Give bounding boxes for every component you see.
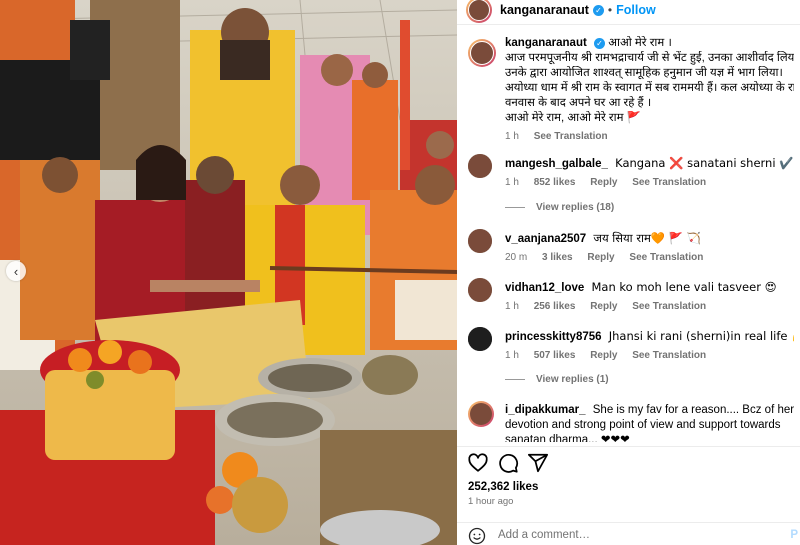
- comment-text: i_dipakkumar_ She is my fav for a reason…: [505, 403, 794, 418]
- see-translation-button[interactable]: See Translation: [632, 177, 706, 188]
- see-translation-button[interactable]: See Translation: [534, 131, 608, 142]
- post-timestamp[interactable]: 1 hour ago: [468, 496, 513, 507]
- heart-icon[interactable]: [467, 452, 489, 474]
- comment-item: princesskitty8756 Jhansi ki rani (sherni…: [457, 327, 800, 361]
- comment-meta: 1 h 256 likes Reply See Translation: [505, 301, 794, 312]
- post-photo[interactable]: ‹: [0, 0, 457, 545]
- replies-line: [505, 379, 525, 380]
- comment-body-line: devotion and strong point of view and su…: [505, 419, 781, 431]
- post-header: kanganaranaut ✓ • Follow: [457, 0, 800, 23]
- caption-line: kanganaranaut ✓ आओ मेरे राम ।: [505, 36, 794, 51]
- comment-timestamp[interactable]: 20 m: [505, 252, 527, 263]
- comment-meta: 1 h 507 likes Reply See Translation: [505, 350, 794, 361]
- header-divider: [457, 24, 800, 25]
- action-bar: [457, 446, 800, 474]
- comment-text: vidhan12_love Man ko moh lene vali tasve…: [505, 280, 794, 296]
- verified-badge-icon: ✓: [592, 4, 604, 16]
- comment-item: v_aanjana2507 जय सिया राम🧡 🚩 🏹 20 m 3 li…: [457, 229, 800, 263]
- comment-item: i_dipakkumar_ She is my fav for a reason…: [457, 401, 800, 442]
- post-caption: kanganaranaut ✓ आओ मेरे राम । आज परमपूजन…: [457, 36, 800, 142]
- see-translation-button[interactable]: See Translation: [632, 350, 706, 361]
- commenter-username[interactable]: princesskitty8756: [505, 331, 602, 343]
- comment-body: Jhansi ki rani (sherni)in real life 💪: [608, 329, 794, 343]
- emoji-icon[interactable]: [468, 527, 486, 545]
- comment-likes[interactable]: 852 likes: [534, 177, 576, 188]
- comment-likes[interactable]: 3 likes: [542, 252, 573, 263]
- comment-text: mangesh_galbale_ Kangana ❌ sanatani sher…: [505, 156, 794, 172]
- author-avatar[interactable]: [466, 0, 492, 23]
- caption-timestamp[interactable]: 1 h: [505, 131, 519, 142]
- see-translation-button[interactable]: See Translation: [632, 301, 706, 312]
- view-replies-button[interactable]: View replies (1): [505, 374, 609, 385]
- commenter-avatar[interactable]: [468, 229, 492, 253]
- add-comment-input[interactable]: Add a comment…: [498, 529, 590, 541]
- view-replies-button[interactable]: View replies (18): [505, 202, 614, 213]
- caption-line: उनके द्वारा आयोजित शाश्वत् सामूहिक हनुमा…: [505, 67, 783, 79]
- commenter-avatar[interactable]: [468, 401, 494, 427]
- comment-icon[interactable]: [497, 452, 519, 474]
- view-replies-label: View replies (18): [536, 202, 615, 213]
- share-icon[interactable]: [527, 452, 549, 474]
- comment-likes[interactable]: 507 likes: [534, 350, 576, 361]
- commenter-username[interactable]: v_aanjana2507: [505, 233, 586, 245]
- caption-username[interactable]: kanganaranaut: [505, 37, 587, 49]
- comment-likes[interactable]: 256 likes: [534, 301, 576, 312]
- chevron-left-icon: ‹: [13, 263, 19, 279]
- replies-line: [505, 207, 525, 208]
- reply-button[interactable]: Reply: [590, 177, 617, 188]
- carousel-prev-button[interactable]: ‹: [6, 261, 26, 281]
- caption-line: वनवास के बाद अपने घर आ रहे हैं ।: [505, 97, 652, 109]
- comment-body: Man ko moh lene vali tasveer 😍: [591, 280, 777, 294]
- comment-body-line: sanatan dharma... ❤❤❤: [505, 434, 630, 442]
- comment-text: princesskitty8756 Jhansi ki rani (sherni…: [505, 329, 794, 345]
- verified-badge-icon: ✓: [594, 38, 606, 49]
- follow-button[interactable]: Follow: [616, 3, 656, 17]
- separator-dot: •: [607, 3, 613, 17]
- comment-body: Kangana ❌ sanatani sherni ✔️: [615, 156, 794, 170]
- comment-item: vidhan12_love Man ko moh lene vali tasve…: [457, 278, 800, 312]
- ceremony-photo: [0, 0, 457, 545]
- post-comment-button[interactable]: P: [790, 529, 798, 541]
- commenter-avatar[interactable]: [468, 327, 492, 351]
- view-replies-label: View replies (1): [536, 374, 609, 385]
- reply-button[interactable]: Reply: [590, 350, 617, 361]
- caption-line: आओ मेरे राम, आओ मेरे राम 🚩: [505, 112, 641, 124]
- comment-item: mangesh_galbale_ Kangana ❌ sanatani sher…: [457, 154, 800, 188]
- add-comment-bar: Add a comment… P: [457, 522, 800, 545]
- comment-meta: 20 m 3 likes Reply See Translation: [505, 252, 794, 263]
- reply-button[interactable]: Reply: [587, 252, 614, 263]
- commenter-username[interactable]: mangesh_galbale_: [505, 158, 608, 170]
- comment-meta: 1 h 852 likes Reply See Translation: [505, 177, 794, 188]
- author-username[interactable]: kanganaranaut: [500, 3, 589, 17]
- caption-line: आज परमपूजनीय श्री रामभद्राचार्य जी से भे…: [505, 52, 794, 64]
- comments-section: kanganaranaut ✓ आओ मेरे राम । आज परमपूजन…: [457, 36, 800, 142]
- commenter-username[interactable]: i_dipakkumar_: [505, 404, 586, 416]
- commenter-username[interactable]: vidhan12_love: [505, 282, 584, 294]
- see-translation-button[interactable]: See Translation: [629, 252, 703, 263]
- caption-avatar[interactable]: [468, 39, 496, 67]
- post-sidebar: kanganaranaut ✓ • Follow kanganaranaut ✓…: [457, 0, 800, 545]
- post-likes-count[interactable]: 252,362 likes: [468, 481, 538, 493]
- comment-text: v_aanjana2507 जय सिया राम🧡 🚩 🏹: [505, 231, 794, 247]
- comment-timestamp[interactable]: 1 h: [505, 177, 519, 188]
- reply-button[interactable]: Reply: [590, 301, 617, 312]
- caption-meta: 1 h See Translation: [505, 131, 794, 142]
- caption-line-text: आओ मेरे राम ।: [608, 37, 672, 49]
- comment-body: जय सिया राम🧡 🚩 🏹: [593, 231, 702, 245]
- comment-timestamp[interactable]: 1 h: [505, 350, 519, 361]
- caption-line: अयोध्या धाम में श्री राम के स्वागत में स…: [505, 82, 794, 94]
- comment-body: She is my fav for a reason.... Bcz of he…: [592, 404, 794, 416]
- commenter-avatar[interactable]: [468, 154, 492, 178]
- commenter-avatar[interactable]: [468, 278, 492, 302]
- comment-timestamp[interactable]: 1 h: [505, 301, 519, 312]
